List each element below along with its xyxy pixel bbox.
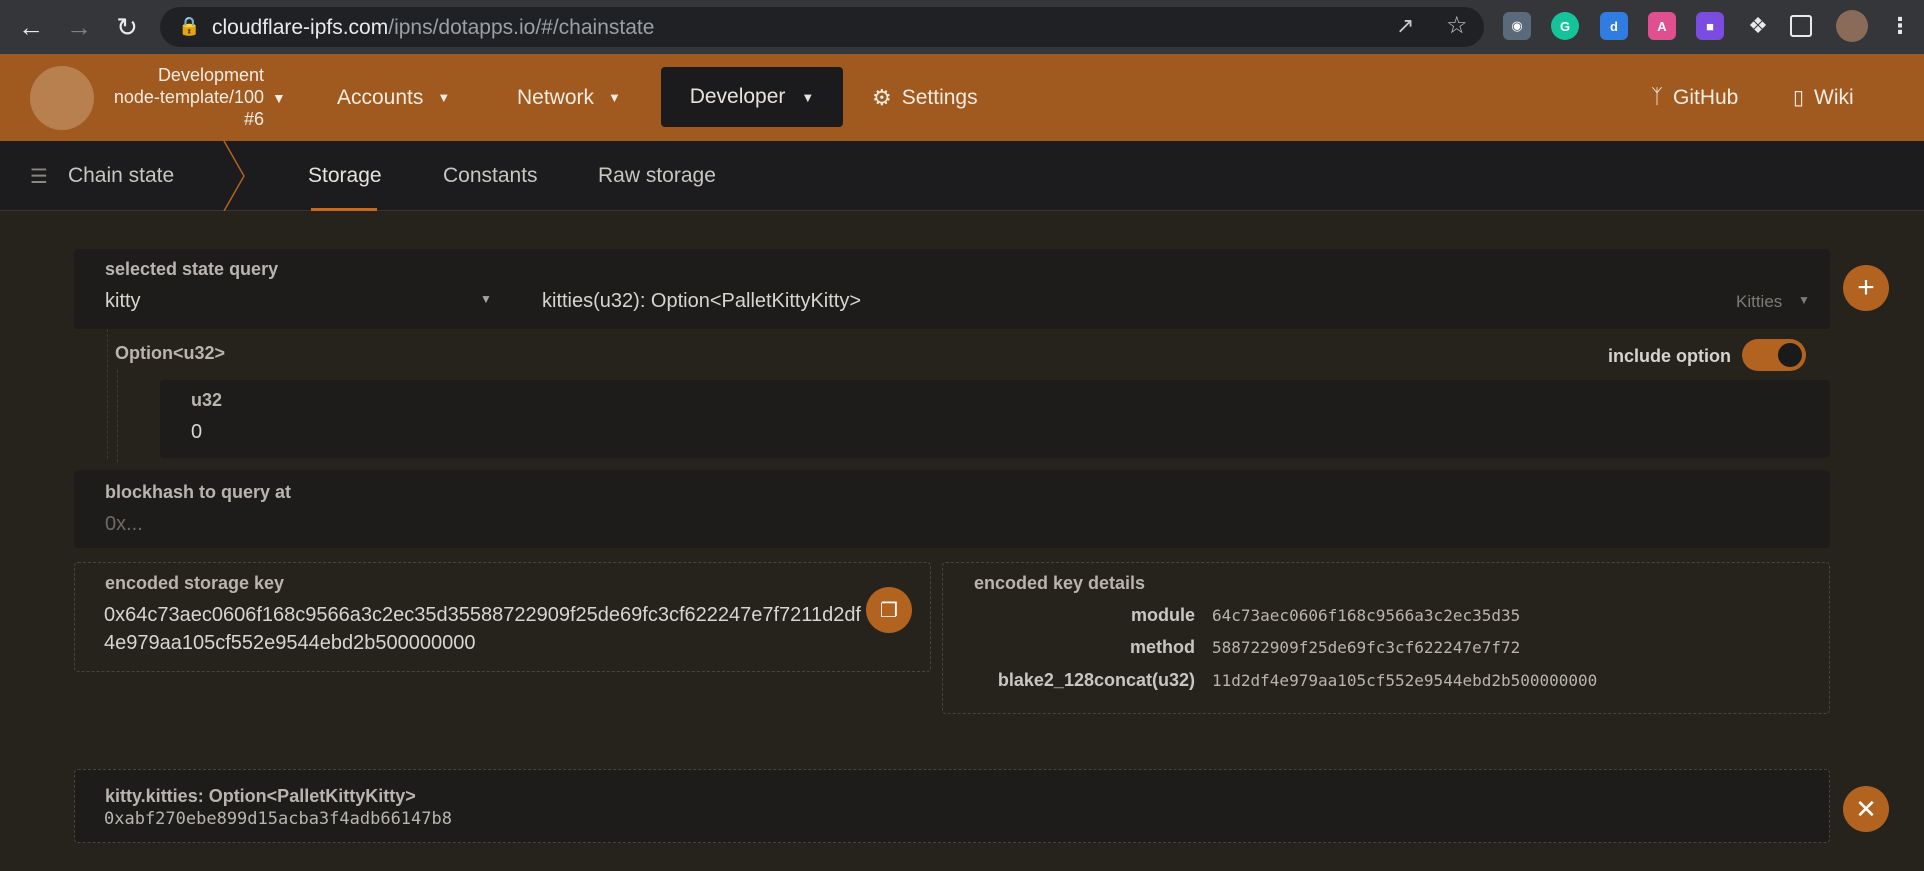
encoded-key-label: encoded storage key [105, 573, 285, 593]
menu-settings-label: Settings [901, 85, 978, 109]
menu-settings[interactable]: ⚙ Settings [872, 54, 978, 141]
bookmark-star-icon[interactable]: ☆ [1446, 11, 1468, 40]
gears-icon: ⚙ [872, 84, 892, 110]
menu-wiki[interactable]: ▯ Wiki [1793, 54, 1854, 141]
u32-indent-line [117, 370, 118, 462]
chevron-down-icon: ▼ [801, 89, 815, 105]
database-icon: ☰ [30, 165, 48, 188]
u32-input-panel[interactable] [160, 380, 1830, 458]
tab-storage[interactable]: Storage [308, 141, 382, 211]
encoded-key-line1: 0x64c73aec0606f168c9566a3c2ec35d35588722… [104, 604, 861, 626]
detail-value-hasher: 11d2df4e979aa105cf552e9544ebd2b500000000 [1212, 671, 1598, 690]
tab-constants[interactable]: Constants [443, 141, 538, 211]
module-value: kitty [105, 290, 141, 312]
breadcrumb-chevron [223, 141, 245, 211]
blockhash-label: blockhash to query at [105, 482, 292, 502]
chain-name: Development [157, 65, 264, 85]
method-signature: kitties(u32): Option<PalletKittyKitty> [542, 290, 862, 312]
menu-developer-label: Developer [689, 85, 786, 108]
blockhash-input[interactable]: 0x... [105, 513, 143, 536]
grammarly-extension-icon[interactable]: G [1551, 12, 1579, 40]
app-header: Development node-template/100 #6 ▼ Accou… [0, 54, 1924, 141]
tab-raw-storage[interactable]: Raw storage [598, 141, 716, 211]
detail-key-method: method [1130, 637, 1195, 657]
menu-network[interactable]: Network ▼ [517, 54, 621, 141]
side-panel-icon[interactable] [1790, 15, 1812, 37]
include-option-label: include option [1608, 346, 1731, 366]
node-name: node-template/100 [113, 87, 264, 107]
share-icon[interactable]: ↗ [1396, 13, 1414, 39]
translate-extension-icon[interactable]: A [1648, 12, 1676, 40]
chain-logo[interactable] [30, 66, 94, 130]
puzzle-extensions-icon[interactable]: ❖ [1744, 12, 1772, 40]
chain-state-label: Chain state [67, 164, 175, 187]
u32-input[interactable]: 0 [191, 421, 202, 444]
chevron-down-icon: ▼ [437, 90, 451, 105]
sub-navigation: ☰ Chain state Storage Constants Raw stor… [0, 141, 1924, 211]
url-host: cloudflare-ipfs.com [212, 16, 389, 39]
chevron-down-icon: ▼ [480, 292, 492, 306]
forward-icon[interactable]: → [62, 10, 96, 44]
menu-wiki-label: Wiki [1814, 85, 1854, 109]
back-icon[interactable]: ← [14, 10, 48, 44]
detail-key-hasher: blake2_128concat(u32) [997, 670, 1195, 690]
method-select[interactable]: kitties(u32): Option<PalletKittyKitty> K… [530, 282, 1820, 320]
detail-key-module: module [1130, 605, 1195, 625]
remove-query-button[interactable]: ✕ [1843, 786, 1889, 832]
u32-label: u32 [191, 390, 223, 410]
code-branch-icon: ᛉ [1651, 86, 1663, 108]
module-select[interactable]: kitty ▼ [90, 282, 500, 320]
section-hint: Kitties [1736, 292, 1783, 311]
toggle-knob [1778, 343, 1802, 367]
purple-extension-icon[interactable]: ■ [1696, 12, 1724, 40]
active-tab-indicator [311, 208, 377, 211]
key-details-label: encoded key details [974, 573, 1146, 593]
reload-icon[interactable]: ↻ [110, 10, 144, 44]
detail-value-module: 64c73aec0606f168c9566a3c2ec35d35 [1212, 606, 1521, 625]
result-title: kitty.kitties: Option<PalletKittyKitty> [105, 786, 416, 806]
profile-avatar-icon[interactable] [1836, 10, 1868, 42]
menu-github[interactable]: ᛉ GitHub [1651, 54, 1738, 141]
copy-button[interactable]: ❐ [866, 587, 912, 633]
url-path: /ipns/dotapps.io/#/chainstate [388, 16, 655, 39]
browser-menu-icon[interactable]: ⋮ [1886, 12, 1914, 40]
add-query-button[interactable]: + [1843, 265, 1889, 311]
node-version: #6 [243, 109, 264, 129]
chain-state-section: ☰ Chain state [30, 141, 174, 211]
address-bar[interactable]: 🔒 cloudflare-ipfs.com/ipns/dotapps.io/#/… [160, 7, 1484, 47]
chevron-down-icon[interactable]: ▼ [272, 90, 286, 106]
encoded-key-line2: 4e979aa105cf552e9544ebd2b500000000 [104, 632, 476, 654]
menu-developer[interactable]: Developer ▼ [661, 67, 843, 127]
chevron-down-icon: ▼ [608, 90, 621, 105]
spy-extension-icon[interactable]: ◉ [1503, 12, 1531, 40]
param-indent-line [107, 329, 108, 459]
chevron-down-icon: ▼ [1798, 293, 1810, 307]
result-value: 0xabf270ebe899d15acba3f4adb66147b8 [104, 809, 452, 829]
chain-selector[interactable]: Development node-template/100 #6 [100, 64, 264, 130]
option-type-label: Option<u32> [115, 343, 226, 363]
detail-value-method: 588722909f25de69fc3cf622247e7f72 [1212, 638, 1521, 657]
menu-network-label: Network [517, 85, 595, 109]
menu-accounts[interactable]: Accounts ▼ [337, 54, 450, 141]
state-query-label: selected state query [105, 259, 279, 279]
blockhash-panel [74, 470, 1830, 548]
menu-github-label: GitHub [1673, 85, 1739, 109]
browser-toolbar: ← → ↻ 🔒 cloudflare-ipfs.com/ipns/dotapps… [0, 0, 1924, 54]
tiktok-extension-icon[interactable]: d [1600, 12, 1628, 40]
lock-icon: 🔒 [178, 16, 201, 36]
include-option-toggle[interactable] [1742, 339, 1806, 371]
book-icon: ▯ [1793, 87, 1805, 109]
menu-accounts-label: Accounts [337, 85, 424, 109]
